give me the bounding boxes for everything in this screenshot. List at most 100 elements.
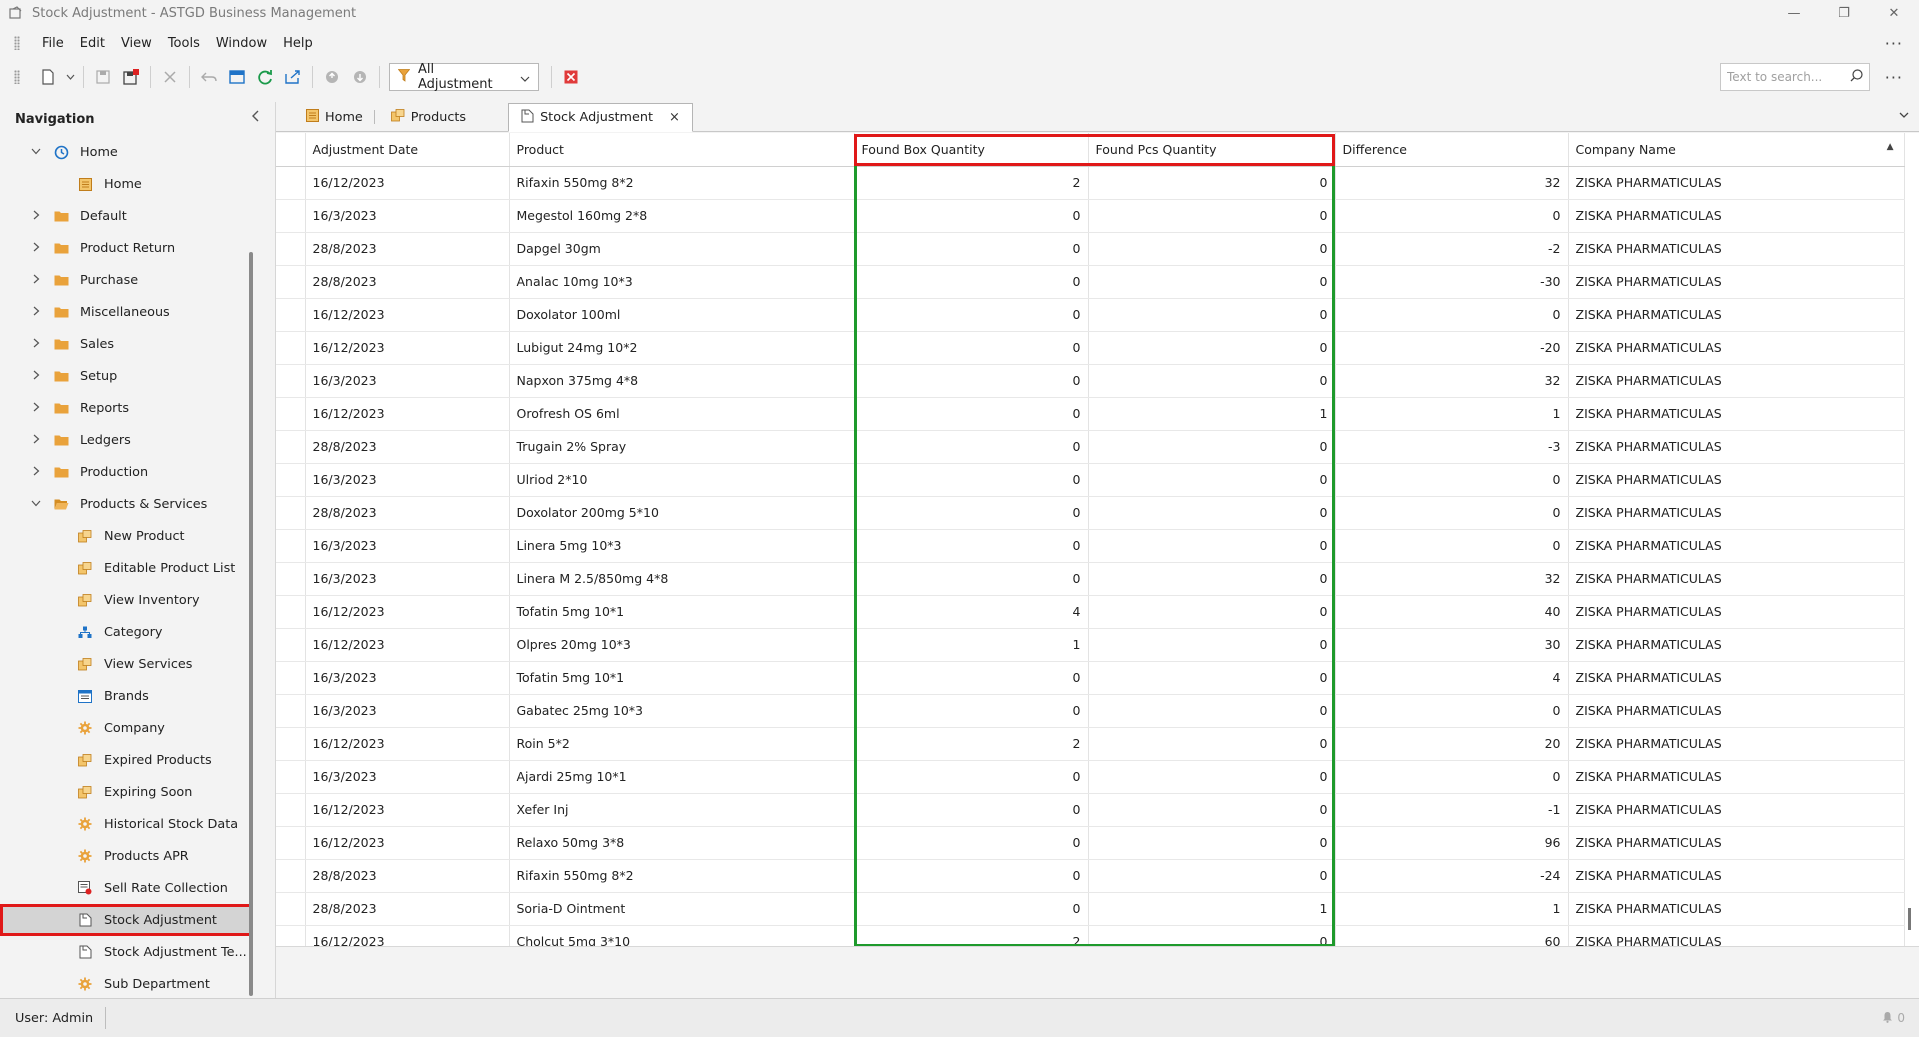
cell-company-name[interactable]: ZISKA PHARMATICULAS [1568, 694, 1905, 728]
column-header-found-box-quantity[interactable]: Found Box Quantity [854, 133, 1089, 167]
cell-found-box-quantity[interactable]: 0 [854, 298, 1089, 332]
delete-icon[interactable] [156, 63, 184, 91]
nav-item-setup[interactable]: Setup [0, 360, 252, 392]
nav-item-stock-adjustment-te[interactable]: Stock Adjustment Te... [0, 936, 252, 968]
cell-difference[interactable]: 40 [1335, 595, 1569, 629]
row-indicator[interactable] [276, 925, 306, 946]
cell-found-pcs-quantity[interactable]: 0 [1088, 430, 1336, 464]
cell-found-pcs-quantity[interactable]: 0 [1088, 529, 1336, 563]
cell-found-pcs-quantity[interactable]: 0 [1088, 859, 1336, 893]
cell-adjustment-date[interactable]: 28/8/2023 [305, 892, 510, 926]
menu-help[interactable]: Help [275, 36, 321, 51]
cell-found-box-quantity[interactable]: 0 [854, 496, 1089, 530]
row-indicator[interactable] [276, 265, 306, 299]
cell-product[interactable]: Relaxo 50mg 3*8 [509, 826, 855, 860]
cell-difference[interactable]: 32 [1335, 364, 1569, 398]
cell-company-name[interactable]: ZISKA PHARMATICULAS [1568, 628, 1905, 662]
row-indicator[interactable] [276, 199, 306, 233]
cell-company-name[interactable]: ZISKA PHARMATICULAS [1568, 826, 1905, 860]
chevron-right-icon[interactable] [30, 434, 42, 447]
cell-product[interactable]: Soria-D Ointment [509, 892, 855, 926]
cell-product[interactable]: Doxolator 200mg 5*10 [509, 496, 855, 530]
nav-item-brands[interactable]: Brands [0, 680, 252, 712]
row-indicator[interactable] [276, 727, 306, 761]
cell-found-pcs-quantity[interactable]: 0 [1088, 595, 1336, 629]
cell-difference[interactable]: -24 [1335, 859, 1569, 893]
table-row[interactable]: 16/12/2023 Doxolator 100ml 0 0 0 ZISKA PHARMA… [276, 298, 1905, 332]
window-layout-icon[interactable] [223, 63, 251, 91]
table-row[interactable]: 16/12/2023 Orofresh OS 6ml 0 1 1 ZISKA PHARMA… [276, 397, 1905, 431]
cell-found-pcs-quantity[interactable]: 0 [1088, 199, 1336, 233]
nav-item-expired-products[interactable]: Expired Products [0, 744, 252, 776]
cell-company-name[interactable]: ZISKA PHARMATICULAS [1568, 529, 1905, 563]
cell-adjustment-date[interactable]: 16/12/2023 [305, 628, 510, 662]
row-indicator[interactable] [276, 232, 306, 266]
table-row[interactable]: 16/12/2023 Tofatin 5mg 10*1 4 0 40 ZISKA PHAR… [276, 595, 1905, 629]
row-indicator[interactable] [276, 496, 306, 530]
chevron-down-icon[interactable] [30, 147, 42, 158]
row-indicator[interactable] [276, 694, 306, 728]
cell-product[interactable]: Linera M 2.5/850mg 4*8 [509, 562, 855, 596]
cell-adjustment-date[interactable]: 16/3/2023 [305, 529, 510, 563]
menu-file[interactable]: File [34, 36, 72, 51]
row-indicator[interactable] [276, 463, 306, 497]
cell-company-name[interactable]: ZISKA PHARMATICULAS [1568, 661, 1905, 695]
table-row[interactable]: 16/3/2023 Ulriod 2*10 0 0 0 ZISKA PHARMATICUL… [276, 463, 1905, 497]
cell-difference[interactable]: 0 [1335, 496, 1569, 530]
cell-found-pcs-quantity[interactable]: 0 [1088, 760, 1336, 794]
row-indicator[interactable] [276, 892, 306, 926]
cell-difference[interactable]: 0 [1335, 199, 1569, 233]
cell-company-name[interactable]: ZISKA PHARMATICULAS [1568, 397, 1905, 431]
row-indicator[interactable] [276, 430, 306, 464]
nav-item-production[interactable]: Production [0, 456, 252, 488]
cell-found-pcs-quantity[interactable]: 0 [1088, 628, 1336, 662]
cell-found-box-quantity[interactable]: 0 [854, 694, 1089, 728]
cell-adjustment-date[interactable]: 16/12/2023 [305, 397, 510, 431]
chevron-right-icon[interactable] [30, 274, 42, 287]
row-indicator[interactable] [276, 331, 306, 365]
cell-adjustment-date[interactable]: 16/3/2023 [305, 199, 510, 233]
cell-found-box-quantity[interactable]: 0 [854, 793, 1089, 827]
cell-difference[interactable]: 32 [1335, 166, 1569, 200]
menu-window[interactable]: Window [208, 36, 275, 51]
cell-found-pcs-quantity[interactable]: 0 [1088, 925, 1336, 946]
cell-product[interactable]: Roin 5*2 [509, 727, 855, 761]
cell-found-pcs-quantity[interactable]: 0 [1088, 727, 1336, 761]
cell-found-box-quantity[interactable]: 0 [854, 661, 1089, 695]
nav-item-category[interactable]: Category [0, 616, 252, 648]
table-row[interactable]: 16/3/2023 Gabatec 25mg 10*3 0 0 0 ZISKA PHARM… [276, 694, 1905, 728]
chevron-right-icon[interactable] [30, 402, 42, 415]
nav-item-stock-adjustment[interactable]: Stock Adjustment [0, 904, 252, 936]
cell-adjustment-date[interactable]: 16/12/2023 [305, 826, 510, 860]
nav-item-view-services[interactable]: View Services [0, 648, 252, 680]
column-header-company-name[interactable]: Company Name ▲ [1568, 133, 1905, 167]
table-row[interactable]: 28/8/2023 Soria-D Ointment 0 1 1 ZISKA PHARMA… [276, 892, 1905, 926]
cell-found-pcs-quantity[interactable]: 0 [1088, 232, 1336, 266]
chevron-right-icon[interactable] [30, 338, 42, 351]
tabs-dropdown-icon[interactable] [1899, 108, 1909, 121]
cell-adjustment-date[interactable]: 16/12/2023 [305, 166, 510, 200]
cell-adjustment-date[interactable]: 16/12/2023 [305, 298, 510, 332]
restore-button[interactable]: ❐ [1819, 0, 1869, 26]
cell-found-pcs-quantity[interactable]: 0 [1088, 562, 1336, 596]
cell-difference[interactable]: 96 [1335, 826, 1569, 860]
save-icon[interactable] [89, 63, 117, 91]
minimize-button[interactable]: — [1769, 0, 1819, 26]
cell-found-box-quantity[interactable]: 1 [854, 628, 1089, 662]
cell-found-pcs-quantity[interactable]: 0 [1088, 661, 1336, 695]
cell-found-pcs-quantity[interactable]: 1 [1088, 397, 1336, 431]
nav-item-company[interactable]: Company [0, 712, 252, 744]
cell-company-name[interactable]: ZISKA PHARMATICULAS [1568, 364, 1905, 398]
row-indicator[interactable] [276, 529, 306, 563]
table-row[interactable]: 16/12/2023 Lubigut 24mg 10*2 0 0 -20 ZISKA PH… [276, 331, 1905, 365]
cell-adjustment-date[interactable]: 28/8/2023 [305, 232, 510, 266]
menu-edit[interactable]: Edit [72, 36, 113, 51]
cell-company-name[interactable]: ZISKA PHARMATICULAS [1568, 562, 1905, 596]
table-row[interactable]: 16/3/2023 Linera 5mg 10*3 0 0 0 ZISKA PHARMAT… [276, 529, 1905, 563]
cell-adjustment-date[interactable]: 28/8/2023 [305, 430, 510, 464]
toolbar-more-icon[interactable]: ··· [1885, 68, 1903, 87]
tab-products[interactable]: Products [379, 103, 478, 131]
row-indicator[interactable] [276, 826, 306, 860]
column-header-difference[interactable]: Difference [1335, 133, 1569, 167]
previous-record-icon[interactable] [318, 63, 346, 91]
